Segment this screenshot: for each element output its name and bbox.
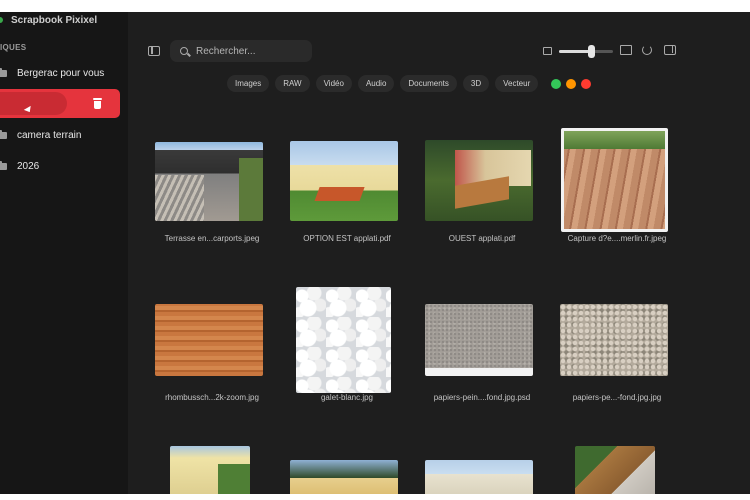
file-name: papiers-pein....fond.jpg.psd [433, 393, 531, 402]
color-tag-red[interactable] [581, 78, 592, 89]
file-thumbnail[interactable] [170, 446, 250, 494]
sidebar-item-selected[interactable] [0, 89, 120, 118]
filter-chip-video[interactable]: Vidéo [315, 75, 352, 92]
small-image-icon [543, 47, 552, 55]
sidebar-item-label: camera terrain [17, 129, 82, 141]
folder-icon [0, 67, 7, 77]
file-name: OUEST applati.pdf [448, 234, 516, 243]
sidebar-toggle-icon[interactable] [148, 46, 160, 56]
file-thumbnail[interactable] [296, 287, 391, 393]
slider-knob[interactable] [587, 45, 595, 58]
search-input[interactable] [196, 45, 306, 57]
file-thumbnail[interactable] [560, 304, 668, 376]
filter-bar: Images RAW Vidéo Audio Documents 3D Vect… [227, 75, 592, 92]
file-name: OPTION EST applati.pdf [303, 234, 391, 243]
app-title: Scrapbook Pixixel [11, 15, 98, 26]
refresh-icon[interactable] [642, 45, 652, 55]
file-thumbnail[interactable] [425, 460, 533, 494]
slider-fill [559, 50, 592, 53]
filter-chip-images[interactable]: Images [227, 75, 270, 92]
file-thumbnail[interactable] [425, 140, 533, 221]
filter-chip-documents[interactable]: Documents [400, 75, 457, 92]
color-tag-orange[interactable] [566, 78, 577, 89]
file-thumbnail[interactable] [425, 304, 533, 376]
file-name: Terrasse en...carports.jpeg [164, 234, 260, 243]
file-name: galet-blanc.jpg [320, 393, 374, 402]
folder-icon [0, 129, 7, 139]
window-close-dot[interactable] [0, 17, 3, 23]
filter-chip-raw[interactable]: RAW [275, 75, 310, 92]
folder-icon [0, 160, 7, 170]
file-thumbnail[interactable] [290, 141, 398, 221]
sidebar-item-label: Bergerac pour vous [17, 67, 105, 79]
sidebar-section-label: IQUES [0, 43, 27, 52]
file-thumbnail[interactable] [155, 142, 263, 221]
sidebar-item-bergerac[interactable]: Bergerac pour vous [0, 62, 120, 84]
file-name: papiers-pe...-fond.jpg.jpg [572, 393, 662, 402]
file-name: Capture d?e....merlin.fr.jpeg [567, 234, 667, 243]
sidebar-item-camera-terrain[interactable]: camera terrain [0, 124, 120, 146]
color-tag-filters [551, 78, 592, 89]
file-thumbnail[interactable] [290, 460, 398, 494]
filter-chip-vecteur[interactable]: Vecteur [495, 75, 539, 92]
file-name: rhombussch...2k-zoom.jpg [165, 393, 259, 402]
sidebar-item-2026[interactable]: 2026 [0, 155, 120, 177]
sidebar-item-label: 2026 [17, 160, 40, 172]
inspector-toggle-icon[interactable] [664, 45, 676, 55]
sidebar: Scrapbook Pixixel IQUES Bergerac pour vo… [0, 12, 128, 494]
app-window: Scrapbook Pixixel IQUES Bergerac pour vo… [0, 12, 750, 494]
main-content: Images RAW Vidéo Audio Documents 3D Vect… [128, 12, 750, 494]
trash-icon[interactable] [93, 98, 102, 109]
search-icon [180, 47, 188, 55]
large-image-icon [620, 45, 632, 55]
search-bar[interactable] [170, 40, 312, 62]
rename-field[interactable] [0, 92, 67, 115]
filter-chip-audio[interactable]: Audio [357, 75, 395, 92]
file-thumbnail[interactable] [575, 446, 655, 494]
file-thumbnail[interactable] [561, 128, 668, 232]
thumbnail-size-slider[interactable] [559, 45, 613, 58]
color-tag-green[interactable] [551, 78, 562, 89]
file-thumbnail[interactable] [155, 304, 263, 376]
filter-chip-3d[interactable]: 3D [462, 75, 490, 92]
